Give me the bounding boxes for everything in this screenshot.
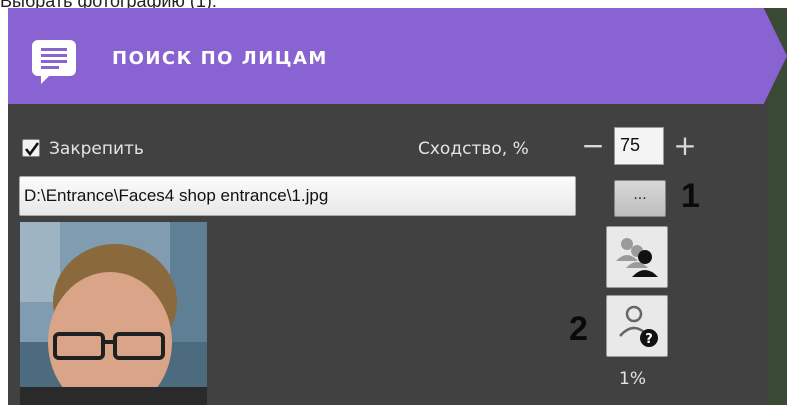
pin-checkbox[interactable]	[22, 139, 40, 157]
group-people-icon	[616, 238, 658, 277]
similarity-input[interactable]: 75	[614, 127, 664, 165]
panel-header: ПОИСК ПО ЛИЦАМ	[8, 8, 787, 104]
callout-2: 2	[569, 310, 588, 348]
decrease-similarity-button[interactable]: −	[580, 132, 606, 160]
pin-label: Закрепить	[49, 139, 144, 159]
checkmark-icon	[24, 142, 40, 157]
panel-title: ПОИСК ПО ЛИЦАМ	[112, 48, 328, 69]
person-question-icon: ?	[619, 305, 658, 347]
similarity-label: Сходство, %	[418, 139, 529, 159]
match-percent: 1%	[619, 369, 646, 389]
increase-similarity-button[interactable]: +	[672, 132, 698, 160]
callout-1: 1	[681, 177, 700, 215]
group-search-button[interactable]	[606, 226, 668, 288]
file-path-input[interactable]: D:\Entrance\Faces4 shop entrance\1.jpg	[19, 176, 576, 216]
chat-bubble-icon	[32, 40, 76, 84]
browse-button[interactable]: ...	[614, 180, 666, 217]
svg-text:?: ?	[645, 332, 653, 347]
unknown-person-button[interactable]: ?	[606, 295, 668, 357]
face-photo	[20, 222, 207, 405]
